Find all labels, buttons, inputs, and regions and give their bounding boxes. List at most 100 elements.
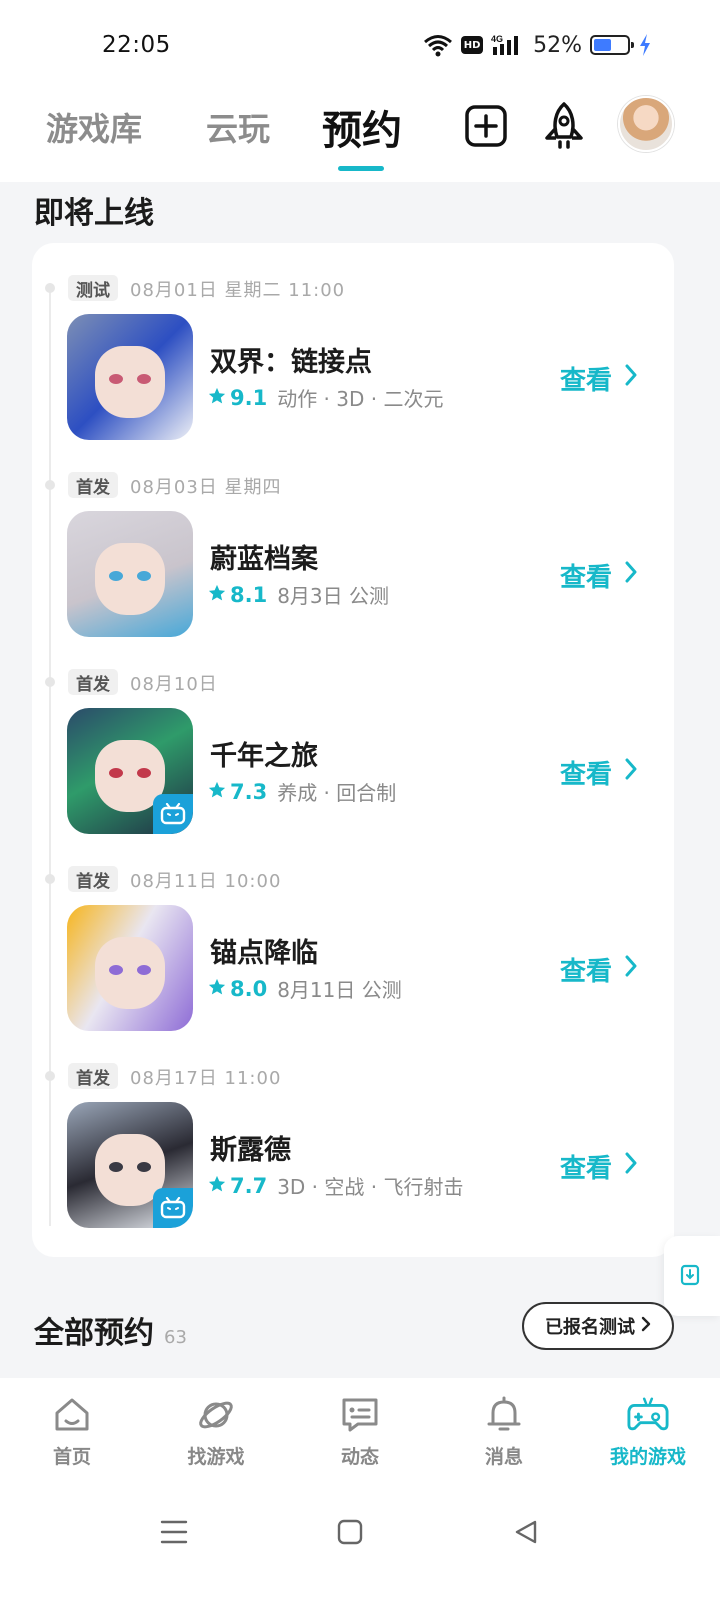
rocket-icon — [540, 101, 588, 155]
rating: 8.0 — [208, 977, 267, 1001]
view-button[interactable]: 查看 — [560, 1148, 638, 1185]
download-icon — [679, 1261, 705, 1291]
star-icon — [208, 977, 226, 1001]
game-item[interactable]: 首发 08月17日 11:00 斯露德 7.7 3D · 空战 · 飞行射击 查… — [32, 1031, 674, 1228]
star-icon — [208, 780, 226, 804]
star-icon — [208, 1174, 226, 1198]
status-time: 22:05 — [102, 32, 171, 58]
chevron-right-icon — [624, 560, 638, 591]
release-date: 08月03日 星期四 — [130, 477, 282, 498]
view-label: 查看 — [559, 957, 612, 987]
bilibili-badge-icon — [153, 1188, 193, 1228]
game-title[interactable]: 锚点降临 — [210, 931, 318, 970]
tab-game-library[interactable]: 游戏库 — [46, 104, 142, 150]
rating-value: 9.1 — [230, 385, 268, 410]
rating-value: 7.3 — [230, 779, 268, 804]
view-button[interactable]: 查看 — [560, 951, 638, 988]
bottom-nav-label: 我的游戏 — [609, 1446, 686, 1468]
bell-icon — [483, 1394, 525, 1436]
system-home-button[interactable] — [328, 1512, 372, 1556]
bottom-nav-discover[interactable]: 找游戏 — [144, 1378, 288, 1490]
game-icon[interactable] — [67, 511, 193, 637]
rating: 7.7 — [208, 1174, 267, 1198]
view-button[interactable]: 查看 — [560, 557, 638, 594]
rating: 8.1 — [208, 583, 267, 607]
release-type-badge: 首发 — [68, 1063, 118, 1089]
game-title[interactable]: 蔚蓝档案 — [210, 537, 318, 576]
bottom-nav-label: 消息 — [484, 1446, 523, 1468]
game-meta: 8.1 8月3日 公测 — [208, 580, 389, 609]
add-button[interactable] — [458, 100, 514, 156]
game-item[interactable]: 首发 08月03日 星期四 蔚蓝档案 8.1 8月3日 公测 查看 — [32, 440, 674, 637]
hd-icon: HD — [461, 36, 484, 54]
game-title[interactable]: 斯露德 — [210, 1128, 291, 1167]
floating-download-button[interactable] — [664, 1236, 720, 1316]
active-tab-indicator — [338, 166, 384, 171]
speed-up-button[interactable] — [536, 100, 592, 156]
game-tags: 8月3日 公测 — [277, 584, 390, 608]
game-tags: 3D · 空战 · 飞行射击 — [277, 1175, 464, 1199]
system-nav — [0, 1490, 720, 1600]
view-label: 查看 — [559, 563, 612, 593]
all-reservations-title: 全部预约 63 — [34, 1308, 187, 1352]
battery-icon — [590, 35, 634, 55]
rating-value: 8.0 — [230, 976, 268, 1001]
star-icon — [208, 583, 226, 607]
game-icon[interactable] — [67, 708, 193, 834]
release-type-badge: 首发 — [68, 472, 118, 498]
game-title[interactable]: 千年之旅 — [210, 734, 318, 773]
timeline-dot — [45, 1071, 55, 1081]
game-icon[interactable] — [67, 1102, 193, 1228]
rating: 7.3 — [208, 780, 267, 804]
game-meta: 8.0 8月11日 公测 — [208, 974, 402, 1003]
signal-icon: 4G — [491, 33, 525, 57]
bottom-nav-label: 动态 — [340, 1446, 379, 1468]
view-label: 查看 — [559, 366, 612, 396]
battery-percent: 52% — [533, 32, 582, 58]
status-icons: HD 4G 52% — [423, 30, 652, 60]
tab-reservation[interactable]: 预约 — [322, 98, 402, 156]
message-icon — [339, 1394, 381, 1436]
reservation-count: 63 — [164, 1327, 187, 1348]
system-menu-button[interactable] — [152, 1512, 196, 1556]
view-label: 查看 — [559, 760, 612, 790]
chevron-right-icon — [624, 363, 638, 394]
timeline-dot — [45, 480, 55, 490]
charging-icon — [638, 33, 652, 57]
view-label: 查看 — [559, 1154, 612, 1184]
game-tags: 动作 · 3D · 二次元 — [277, 387, 444, 411]
upcoming-list: 测试 08月01日 星期二 11:00 双界：链接点 9.1 动作 · 3D ·… — [32, 243, 674, 1257]
game-item[interactable]: 测试 08月01日 星期二 11:00 双界：链接点 9.1 动作 · 3D ·… — [32, 243, 674, 440]
chevron-right-icon — [641, 1316, 651, 1337]
star-icon — [208, 386, 226, 410]
menu-icon — [160, 1519, 188, 1549]
release-date: 08月10日 — [130, 674, 218, 695]
bottom-nav-my-games[interactable]: 我的游戏 — [576, 1378, 720, 1490]
bottom-nav-messages[interactable]: 消息 — [432, 1378, 576, 1490]
add-square-icon — [464, 104, 508, 152]
gamepad-icon — [627, 1394, 669, 1436]
bottom-nav: 首页 找游戏 动态 消息 我的游戏 — [0, 1378, 720, 1490]
chevron-right-icon — [624, 757, 638, 788]
view-button[interactable]: 查看 — [560, 754, 638, 791]
tab-cloud-play[interactable]: 云玩 — [206, 104, 270, 150]
back-icon — [513, 1519, 539, 1549]
bottom-nav-feed[interactable]: 动态 — [288, 1378, 432, 1490]
registered-tests-button[interactable]: 已报名测试 — [522, 1302, 674, 1350]
view-button[interactable]: 查看 — [560, 360, 638, 397]
wifi-icon — [423, 33, 453, 57]
game-icon[interactable] — [67, 314, 193, 440]
game-item[interactable]: 首发 08月10日 千年之旅 7.3 养成 · 回合制 查看 — [32, 637, 674, 834]
game-meta: 7.7 3D · 空战 · 飞行射击 — [208, 1171, 463, 1200]
release-type-badge: 首发 — [68, 866, 118, 892]
release-date: 08月01日 星期二 11:00 — [130, 280, 346, 301]
game-item[interactable]: 首发 08月11日 10:00 锚点降临 8.0 8月11日 公测 查看 — [32, 834, 674, 1031]
status-bar: 22:05 HD 4G 52% — [0, 0, 720, 90]
release-type-badge: 测试 — [68, 275, 118, 301]
system-back-button[interactable] — [504, 1512, 548, 1556]
bottom-nav-home[interactable]: 首页 — [0, 1378, 144, 1490]
game-title[interactable]: 双界：链接点 — [210, 340, 372, 379]
game-icon[interactable] — [67, 905, 193, 1031]
upcoming-title: 即将上线 — [34, 196, 154, 231]
avatar[interactable] — [618, 96, 674, 152]
